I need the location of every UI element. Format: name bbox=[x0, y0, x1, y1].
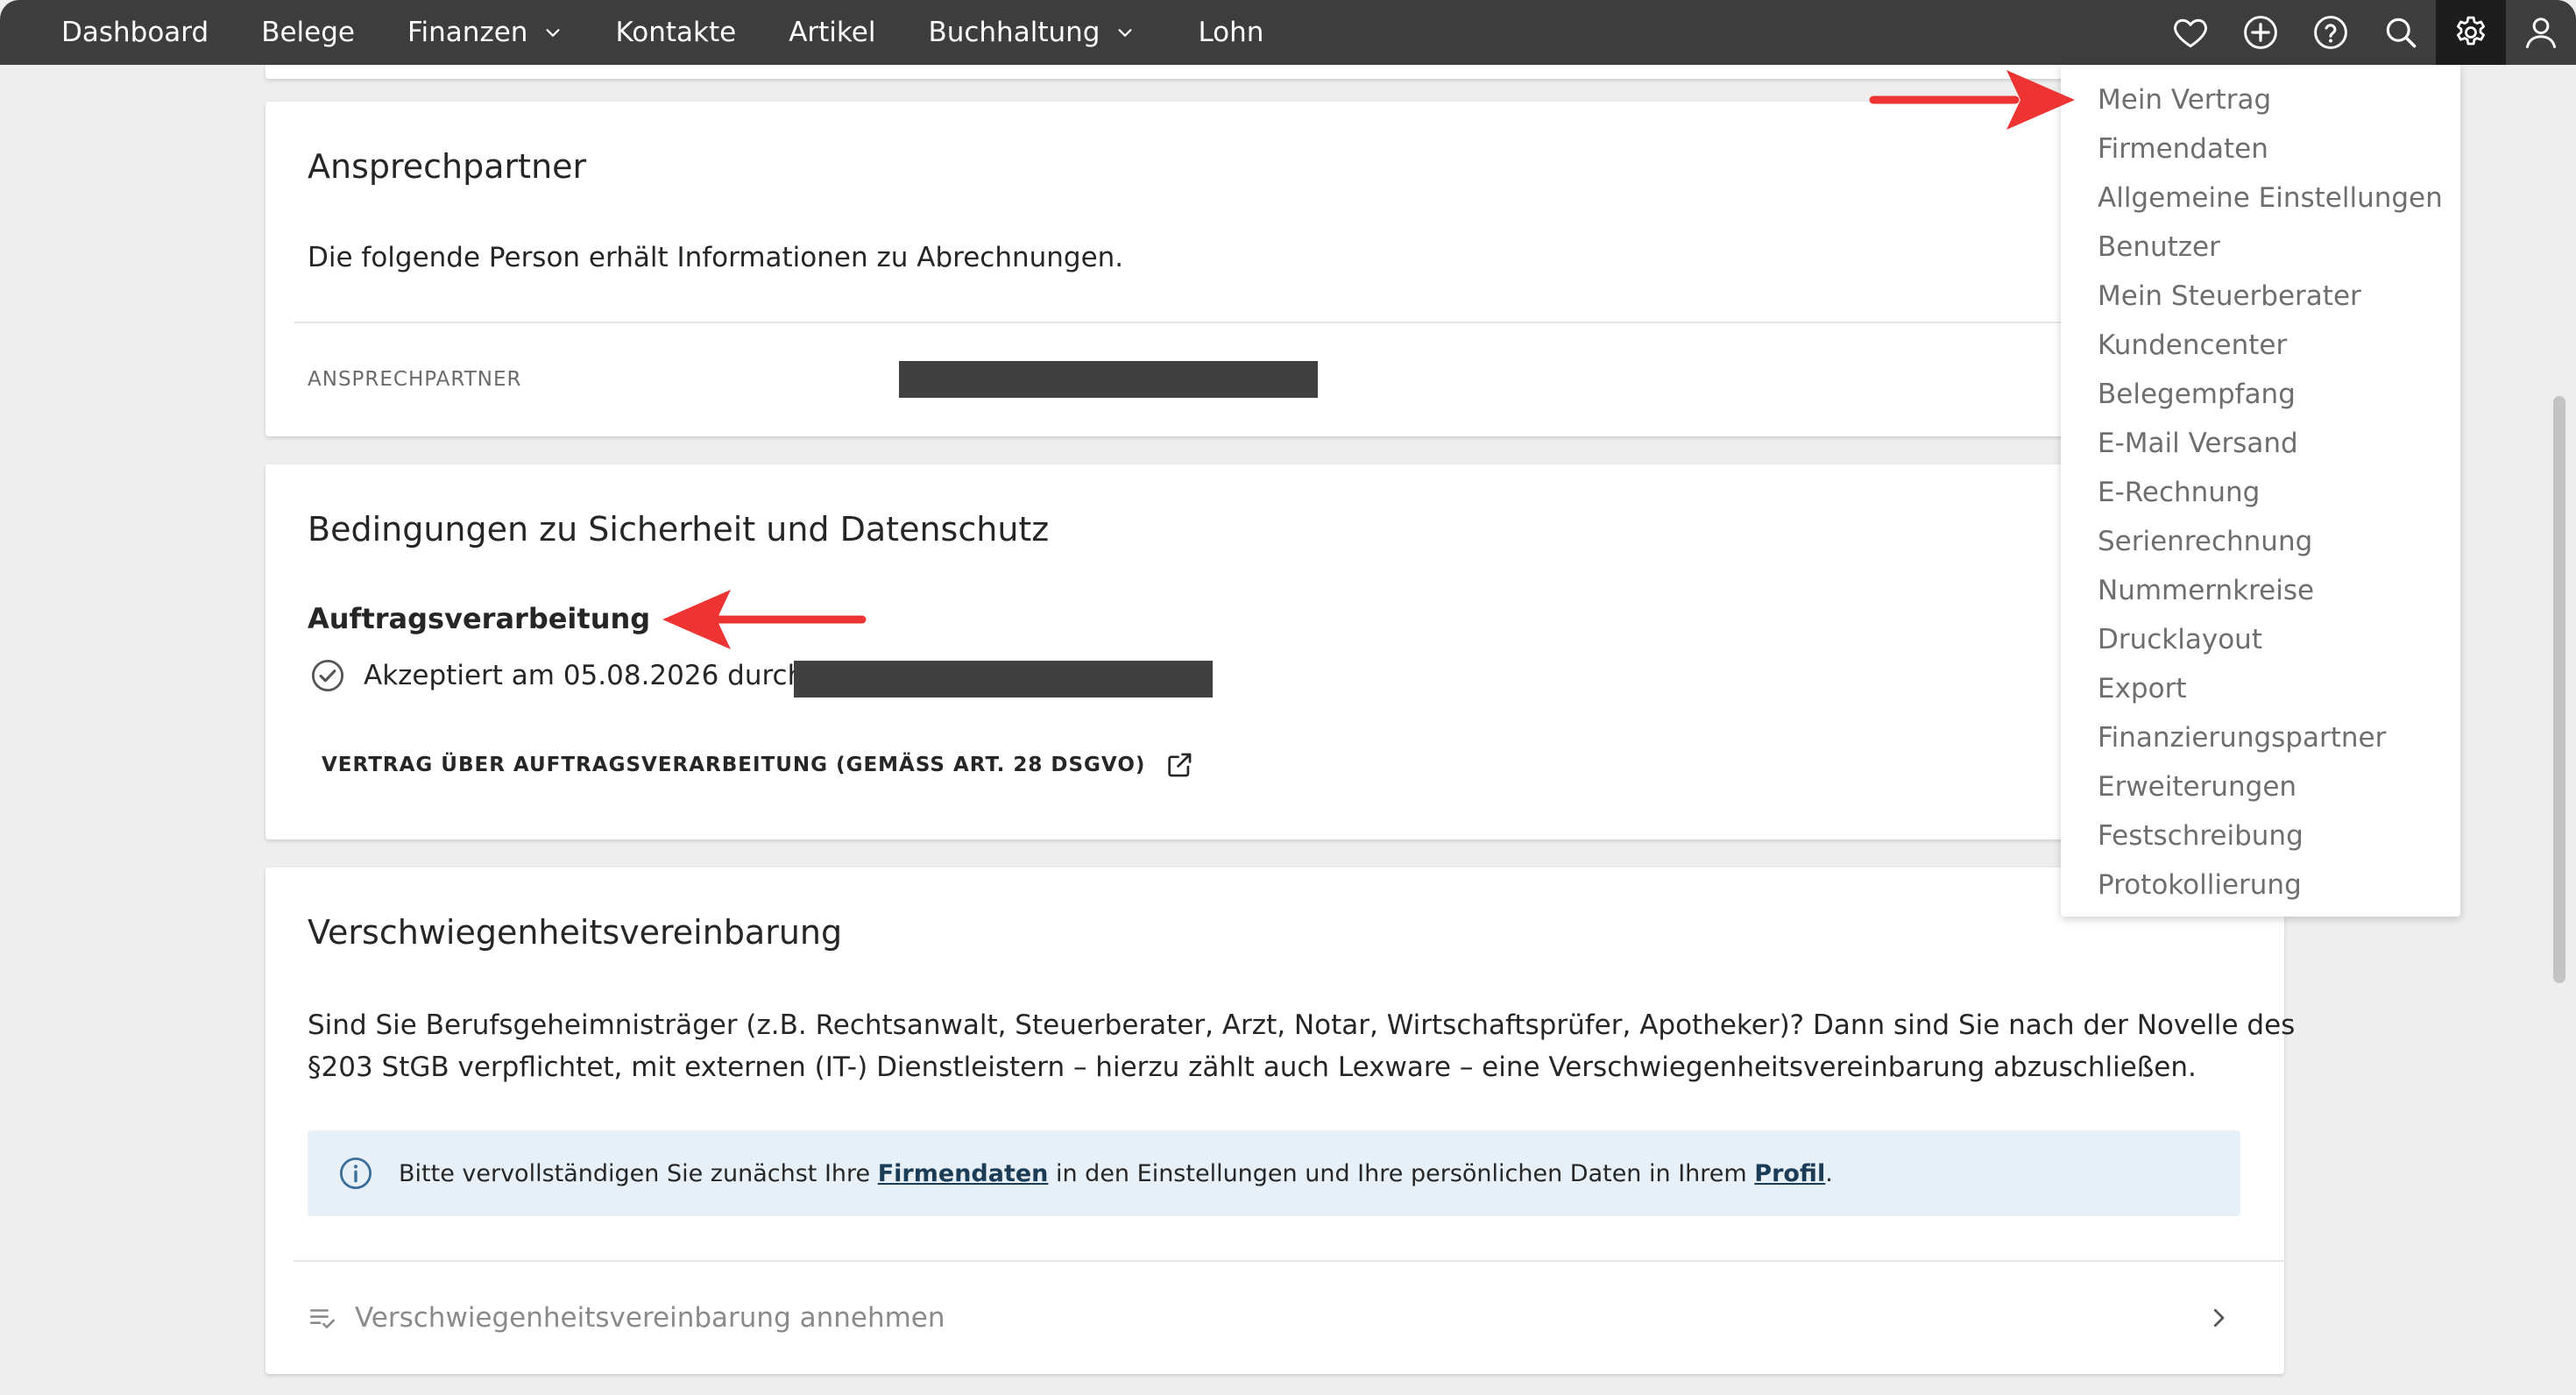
help-button[interactable] bbox=[2296, 0, 2366, 65]
menu-item-finanzierungspartner[interactable]: Finanzierungspartner bbox=[2061, 713, 2460, 762]
menu-item-mein-steuerberater[interactable]: Mein Steuerberater bbox=[2061, 272, 2460, 321]
help-icon bbox=[2314, 16, 2347, 49]
nav-lohn[interactable]: Lohn bbox=[1198, 0, 1263, 65]
plus-circle-icon bbox=[2244, 16, 2277, 49]
info-icon bbox=[339, 1157, 372, 1190]
profile-button[interactable] bbox=[2506, 0, 2576, 65]
accept-nda-label: Verschwiegenheitsvereinbarung annehmen bbox=[355, 1302, 945, 1334]
accept-nda-button[interactable]: Verschwiegenheitsvereinbarung annehmen bbox=[308, 1297, 2232, 1339]
divider bbox=[294, 322, 2284, 323]
card-description: Die folgende Person erhält Informationen… bbox=[308, 242, 1124, 273]
nav-label: Belege bbox=[261, 17, 355, 48]
menu-item-erweiterungen[interactable]: Erweiterungen bbox=[2061, 762, 2460, 811]
nav-finanzen[interactable]: Finanzen bbox=[407, 0, 563, 65]
section-subheading: Auftragsverarbeitung bbox=[308, 602, 651, 635]
nav-buchhaltung[interactable]: Buchhaltung bbox=[928, 0, 1135, 65]
menu-item-firmendaten[interactable]: Firmendaten bbox=[2061, 124, 2460, 173]
menu-item-belegempfang[interactable]: Belegempfang bbox=[2061, 370, 2460, 419]
favorites-button[interactable] bbox=[2155, 0, 2226, 65]
field-label: ANSPRECHPARTNER bbox=[308, 368, 522, 391]
menu-item-serienrechnung[interactable]: Serienrechnung bbox=[2061, 517, 2460, 566]
menu-item-protokollierung[interactable]: Protokollierung bbox=[2061, 860, 2460, 910]
menu-item-kundencenter[interactable]: Kundencenter bbox=[2061, 321, 2460, 370]
nav-label: Artikel bbox=[789, 17, 876, 48]
menu-item-nummernkreise[interactable]: Nummernkreise bbox=[2061, 566, 2460, 615]
search-icon bbox=[2386, 18, 2417, 48]
nav-belege[interactable]: Belege bbox=[261, 0, 355, 65]
profil-link[interactable]: Profil bbox=[1754, 1160, 1825, 1187]
info-text-middle: in den Einstellungen und Ihre persönlich… bbox=[1048, 1159, 1755, 1187]
card-title: Ansprechpartner bbox=[308, 147, 587, 186]
nav-label: Lohn bbox=[1198, 17, 1264, 48]
chevron-down-icon bbox=[546, 29, 560, 37]
acceptance-text: Akzeptiert am 05.08.2026 durch bbox=[364, 660, 805, 691]
chevron-down-icon bbox=[1118, 29, 1132, 37]
gear-icon bbox=[2456, 16, 2486, 46]
menu-item-mein-vertrag[interactable]: Mein Vertrag bbox=[2061, 75, 2460, 124]
heart-icon bbox=[2174, 18, 2207, 48]
list-check-icon bbox=[309, 1309, 336, 1328]
menu-item-e-rechnung[interactable]: E-Rechnung bbox=[2061, 468, 2460, 517]
security-card: Bedingungen zu Sicherheit und Datenschut… bbox=[265, 464, 2284, 839]
menu-item-allgemeine-einstellungen[interactable]: Allgemeine Einstellungen bbox=[2061, 173, 2460, 223]
menu-item-drucklayout[interactable]: Drucklayout bbox=[2061, 615, 2460, 664]
check-circle-icon bbox=[311, 659, 344, 692]
contract-link[interactable]: VERTRAG ÜBER AUFTRAGSVERARBEITUNG (GEMÄS… bbox=[322, 750, 1194, 780]
acceptance-status: Akzeptiert am 05.08.2026 durch bbox=[309, 657, 804, 694]
search-button[interactable] bbox=[2366, 0, 2436, 65]
nav-kontakte[interactable]: Kontakte bbox=[615, 0, 736, 65]
menu-item-festschreibung[interactable]: Festschreibung bbox=[2061, 811, 2460, 860]
menu-item-email-versand[interactable]: E-Mail Versand bbox=[2061, 419, 2460, 468]
nda-paragraph-line-2: §203 StGB verpflichtet, mit externen (IT… bbox=[308, 1052, 2197, 1083]
contact-card: Ansprechpartner Die folgende Person erhä… bbox=[265, 102, 2284, 436]
firmendaten-link[interactable]: Firmendaten bbox=[878, 1160, 1049, 1187]
redacted-contact-name bbox=[899, 361, 1318, 398]
contract-link-label: VERTRAG ÜBER AUFTRAGSVERARBEITUNG (GEMÄS… bbox=[322, 754, 1146, 776]
menu-item-export[interactable]: Export bbox=[2061, 664, 2460, 713]
nda-card: Verschwiegenheitsvereinbarung Sind Sie B… bbox=[265, 867, 2295, 1374]
info-notice: Bitte vervollständigen Sie zunächst Ihre… bbox=[308, 1130, 2240, 1216]
settings-dropdown-menu: Mein Vertrag Firmendaten Allgemeine Eins… bbox=[2061, 65, 2460, 917]
nav-dashboard[interactable]: Dashboard bbox=[61, 0, 209, 65]
nav-label: Dashboard bbox=[61, 17, 209, 48]
card-title: Verschwiegenheitsvereinbarung bbox=[308, 913, 843, 952]
create-button[interactable] bbox=[2226, 0, 2296, 65]
nav-label: Finanzen bbox=[407, 17, 528, 48]
nda-paragraph-line-1: Sind Sie Berufsgeheimnisträger (z.B. Rec… bbox=[308, 1009, 2296, 1041]
menu-item-benutzer[interactable]: Benutzer bbox=[2061, 223, 2460, 272]
chevron-right-icon bbox=[2213, 1308, 2225, 1328]
user-icon bbox=[2525, 18, 2557, 48]
nav-label: Kontakte bbox=[615, 17, 737, 48]
page-scrollbar-thumb[interactable] bbox=[2553, 396, 2565, 983]
divider bbox=[294, 1260, 2284, 1262]
settings-button[interactable] bbox=[2436, 0, 2506, 65]
info-text-prefix: Bitte vervollständigen Sie zunächst Ihre bbox=[399, 1159, 878, 1187]
top-navigation-bar: Dashboard Belege Finanzen Kontakte Artik… bbox=[0, 0, 2576, 65]
previous-card-bottom bbox=[265, 65, 2284, 79]
nav-label: Buchhaltung bbox=[928, 17, 1100, 48]
nav-icon-group bbox=[2155, 0, 2576, 65]
external-link-icon bbox=[1168, 753, 1192, 777]
card-title: Bedingungen zu Sicherheit und Datenschut… bbox=[308, 510, 1050, 549]
redacted-accepted-by bbox=[794, 661, 1213, 698]
info-text-suffix: . bbox=[1825, 1159, 1833, 1187]
nav-artikel[interactable]: Artikel bbox=[789, 0, 875, 65]
main-nav: Dashboard Belege Finanzen Kontakte Artik… bbox=[0, 0, 1316, 65]
